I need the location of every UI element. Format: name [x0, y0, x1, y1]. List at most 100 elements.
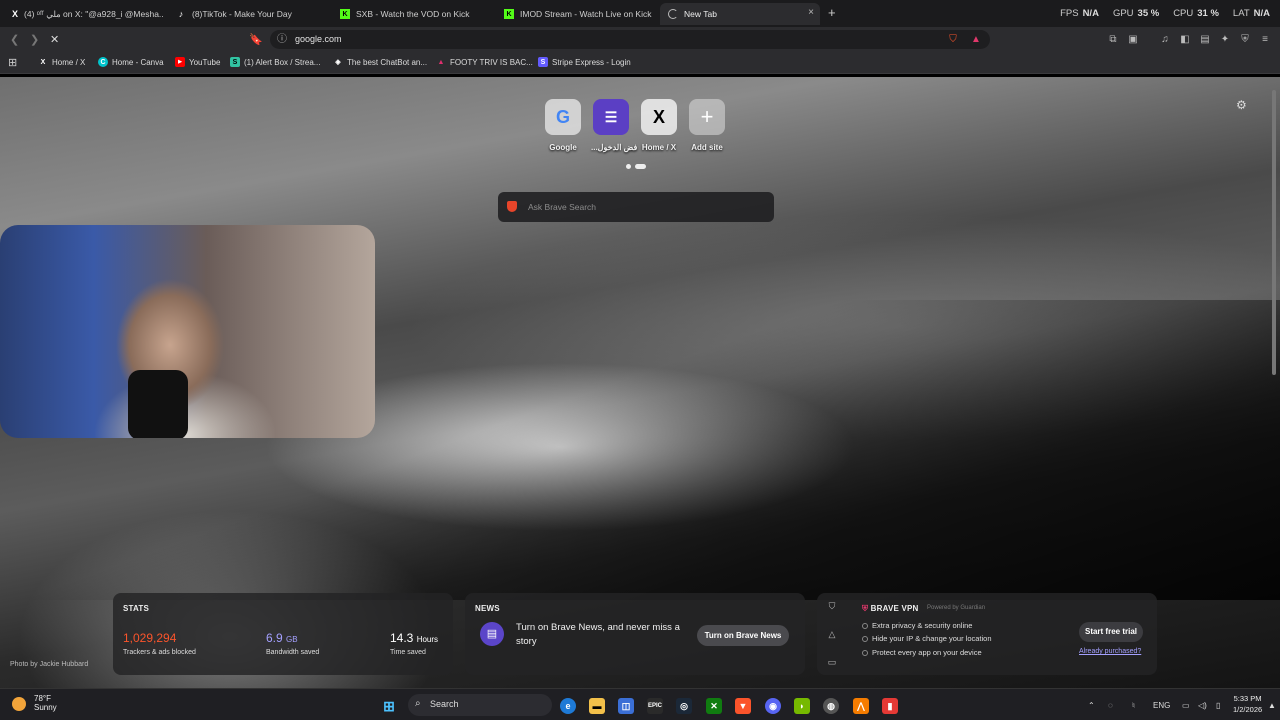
close-tab-icon[interactable]: ×	[808, 7, 814, 18]
pager-dot[interactable]	[626, 164, 631, 169]
bandwidth-unit: GB	[286, 635, 298, 644]
tab-x-post[interactable]: X (4) ᵒᶠᶠ ملي on X: "@a928_i @Mesha...	[4, 3, 164, 25]
gear-icon[interactable]: ⚙	[1236, 98, 1247, 112]
notification-icon[interactable]: ▲	[1268, 701, 1276, 710]
system-clock[interactable]: 5:33 PM 1/2/2026	[1233, 693, 1262, 715]
address-bar[interactable]	[270, 30, 990, 49]
bookmark-label: Home / X	[52, 57, 86, 67]
nvidia-icon[interactable]: ◗	[794, 698, 810, 714]
url-text[interactable]: google.com	[295, 34, 342, 44]
bookmark-youtube[interactable]: ▶ YouTube	[175, 57, 220, 67]
stats-title: STATS	[123, 604, 150, 613]
performance-overlay: FPS N/A GPU 35 % CPU 31 % LAT N/A	[1060, 8, 1270, 19]
bookmark-chatbot[interactable]: ◈ The best ChatBot an...	[333, 57, 427, 67]
start-free-trial-button[interactable]: Start free trial	[1079, 622, 1143, 642]
stripe-icon: S	[538, 57, 548, 67]
obs-icon[interactable]: ◍	[823, 698, 839, 714]
sidebar-icon[interactable]: ◧	[1179, 34, 1191, 45]
leo-ai-icon[interactable]: ✦	[1219, 34, 1231, 45]
stop-loading-button[interactable]: ✕	[50, 33, 59, 46]
x-logo-icon: X	[40, 58, 46, 66]
video-icon[interactable]: ▭	[826, 657, 838, 668]
tab-tiktok[interactable]: ♪ (8)TikTok - Make Your Day	[168, 3, 328, 25]
turn-on-news-button[interactable]: Turn on Brave News	[697, 625, 789, 646]
back-button[interactable]: ❮	[10, 33, 19, 46]
alert-icon[interactable]: △	[826, 629, 838, 640]
steam-icon[interactable]: ◎	[676, 698, 692, 714]
taskbar-search[interactable]: ⌕ Search	[408, 694, 552, 716]
xbox-icon[interactable]: ✕	[706, 698, 722, 714]
x-logo-icon: X	[641, 99, 677, 135]
search-input[interactable]	[526, 199, 756, 215]
scrollbar[interactable]	[1272, 90, 1276, 375]
vpn-feature: Hide your IP & change your location	[862, 634, 992, 643]
photo-credit[interactable]: Photo by Jackie Hubbard	[10, 661, 88, 668]
apps-grid-icon[interactable]: ⊞	[8, 56, 17, 69]
canva-icon: C	[98, 57, 108, 67]
tab-imod-kick[interactable]: K IMOD Stream - Watch Live on Kick	[496, 3, 656, 25]
vpn-shield-icon[interactable]: ⛉	[826, 601, 838, 612]
display-icon[interactable]: ▭	[1182, 701, 1190, 710]
weather-widget[interactable]: 78°F Sunny	[34, 694, 57, 712]
screenshot-icon[interactable]: ▣	[1127, 34, 1139, 45]
add-site-button[interactable]: + Add site	[687, 99, 727, 152]
top-site-label: Add site	[691, 143, 723, 152]
bookmark-label: Stripe Express - Login	[552, 57, 631, 67]
bookmark-canva[interactable]: C Home - Canva	[98, 57, 164, 67]
windows-start-icon[interactable]: ⊞	[381, 698, 397, 714]
already-purchased-link[interactable]: Already purchased?	[1079, 648, 1141, 655]
bookmark-home-x[interactable]: X Home / X	[38, 57, 86, 67]
microphone-icon[interactable]: ♮	[1132, 701, 1135, 710]
top-site-login[interactable]: ☰ ...فض الدخول	[591, 99, 637, 152]
cloud-icon[interactable]: ◌	[1108, 701, 1113, 710]
brave-icon[interactable]: ▼	[735, 698, 751, 714]
new-tab-button[interactable]: +	[828, 5, 836, 20]
top-site-home-x[interactable]: X Home / X	[639, 99, 679, 152]
bookmark-alert-box[interactable]: S (1) Alert Box / Strea...	[230, 57, 320, 67]
volume-icon[interactable]: ◁)	[1198, 701, 1207, 710]
vpn-feature: Protect every app on your device	[862, 648, 982, 657]
forward-button[interactable]: ❯	[30, 33, 39, 46]
lat-value: N/A	[1253, 8, 1270, 19]
tab-new-tab[interactable]: New Tab ×	[660, 3, 820, 25]
menu-icon[interactable]: ≡	[1259, 34, 1271, 45]
bookmark-label: The best ChatBot an...	[347, 57, 428, 67]
language-indicator[interactable]: ENG	[1153, 701, 1170, 710]
brave-rewards-icon[interactable]: ▲	[970, 34, 982, 45]
microphone	[128, 370, 188, 438]
brave-lion-icon	[507, 201, 517, 212]
top-site-label: Google	[549, 143, 577, 152]
twitch-style-icon: ▲	[437, 58, 445, 66]
site-info-icon[interactable]: ⓘ	[276, 34, 288, 45]
brave-shields-icon[interactable]: ⛉	[947, 34, 959, 45]
top-site-google[interactable]: G Google	[543, 99, 583, 152]
top-site-label: Home / X	[641, 143, 677, 152]
pager-dot-active[interactable]	[635, 164, 646, 169]
chevron-up-icon[interactable]: ⌃	[1088, 701, 1095, 710]
brave-search-box[interactable]	[498, 192, 774, 222]
extensions-icon[interactable]: ⧉	[1107, 34, 1119, 45]
edge-icon[interactable]: e	[560, 698, 576, 714]
discord-icon[interactable]: ◉	[765, 698, 781, 714]
store-icon[interactable]: ◫	[618, 698, 634, 714]
media-icon[interactable]: ♫	[1159, 34, 1171, 45]
top-sites-pager[interactable]	[626, 164, 646, 169]
app-red-icon[interactable]: ▮	[882, 698, 898, 714]
epic-games-icon[interactable]: EPIC	[647, 698, 663, 714]
file-explorer-icon[interactable]: ▬	[589, 698, 605, 714]
bookmark-stripe[interactable]: S Stripe Express - Login	[538, 57, 631, 67]
clock-date: 1/2/2026	[1233, 705, 1263, 714]
bookmark-footy-triv[interactable]: ▲ FOOTY TRIV IS BAC...	[436, 57, 533, 67]
vpn-icon[interactable]: ⛨	[1239, 34, 1251, 45]
bandwidth-label: Bandwidth saved	[266, 649, 320, 656]
webcam-overlay	[0, 225, 375, 438]
battery-icon[interactable]: ▯	[1216, 701, 1220, 710]
tab-sxb-kick[interactable]: K SXB - Watch the VOD on Kick	[332, 3, 492, 25]
tab-title: New Tab	[684, 9, 717, 19]
toolbar: ❮ ❯ ✕ 🔖 ⓘ google.com ⛉ ▲ ⧉ ▣ ♫ ◧ ▤ ✦ ⛨ ≡	[0, 27, 1280, 52]
app-icon[interactable]: ⋀	[853, 698, 869, 714]
bookmark-label: YouTube	[189, 57, 221, 67]
bookmark-icon[interactable]: 🔖	[249, 33, 263, 46]
wallet-icon[interactable]: ▤	[1199, 34, 1211, 45]
list-icon: ☰	[593, 99, 629, 135]
